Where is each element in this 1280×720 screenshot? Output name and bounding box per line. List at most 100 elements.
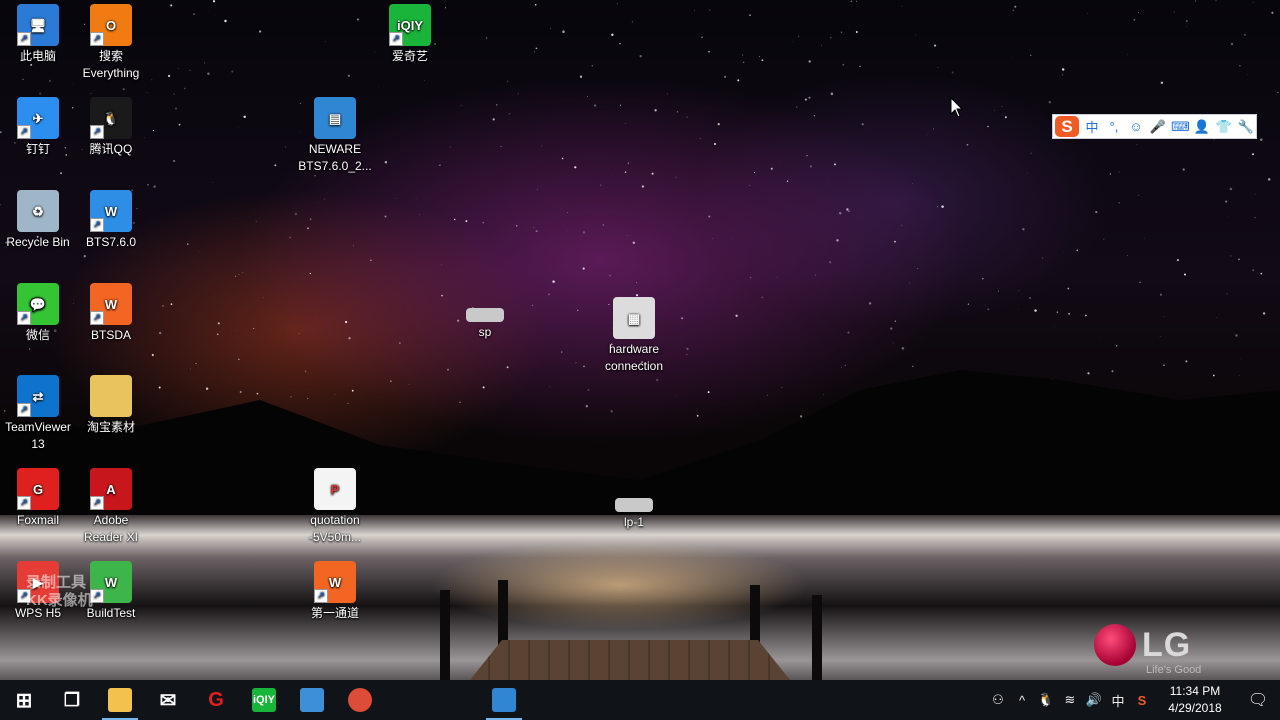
taskbar-chrome-button[interactable] (336, 680, 384, 720)
qq-tray-icon[interactable]: 🐧 (1034, 692, 1058, 708)
taskbar-neware-button[interactable] (480, 680, 528, 720)
ime-punctuation-icon[interactable]: °, (1105, 119, 1123, 134)
shortcut-arrow-icon: ↗ (90, 32, 104, 46)
star (561, 351, 563, 353)
wifi-icon[interactable]: ≋ (1058, 692, 1082, 708)
desktop-icon-label: 淘宝素材 (86, 420, 135, 434)
star (1262, 312, 1266, 315)
desktop-icon-quotation[interactable]: Pquotation -5V50m... (297, 468, 373, 546)
ime-chinese-mode[interactable]: 中 (1083, 117, 1101, 136)
sogou-logo-icon[interactable]: S (1055, 116, 1079, 137)
desktop-icon-foxmail[interactable]: G ↗ Foxmail (0, 468, 76, 529)
star (1159, 293, 1162, 296)
ime-skin-icon[interactable]: 👕 (1215, 119, 1233, 135)
desktop-icon-qq[interactable]: 🐧 ↗ 腾讯QQ (73, 97, 149, 158)
desktop-icon-recycle-bin[interactable]: ♻ Recycle Bin (0, 190, 76, 251)
taskbar-task-view-button[interactable]: ❐ (48, 680, 96, 720)
star (441, 294, 443, 297)
star (587, 96, 588, 98)
clock[interactable]: 11:34 PM 4/29/2018 (1154, 683, 1236, 717)
control-icon (300, 688, 324, 712)
star (737, 79, 740, 82)
star (243, 115, 246, 119)
ime-voice-icon[interactable]: 🎤 (1149, 119, 1167, 135)
star (1041, 257, 1044, 259)
ime-emoji-icon[interactable]: ☺ (1127, 119, 1145, 134)
star (315, 316, 317, 318)
star (686, 347, 689, 351)
desktop-icon-dingtalk[interactable]: ✈ ↗ 钉钉 (0, 97, 76, 158)
taskbar-everything-button[interactable] (384, 680, 432, 720)
star (847, 331, 850, 334)
desktop-icon-this-pc[interactable]: 🖥 ↗ 此电脑 (0, 4, 76, 65)
star (1014, 5, 1017, 8)
action-center-icon[interactable]: 🗨 (1236, 690, 1280, 710)
desktop-icon-btsda[interactable]: W ↗ BTSDA (73, 283, 149, 344)
star (534, 3, 537, 6)
desktop-icon-neware-zip[interactable]: ▤ NEWARE BTS7.6.0_2... (297, 97, 373, 175)
star (1056, 311, 1059, 313)
desktop-icon-label: sp (478, 325, 492, 339)
show-hidden-icons-chevron-icon[interactable]: ^ (1010, 693, 1034, 708)
star (1062, 74, 1064, 76)
taskbar-file-explorer-button[interactable] (96, 680, 144, 720)
desktop-icon-bts760[interactable]: W ↗ BTS7.6.0 (73, 190, 149, 251)
star (562, 30, 565, 33)
star (686, 353, 688, 355)
desktop-icon-taobao-folder[interactable]: 淘宝素材 (73, 375, 149, 436)
people-icon[interactable]: ⚇ (986, 692, 1010, 708)
desktop-icon-hardware-connection[interactable]: ▦ hardware connection (596, 297, 672, 375)
volume-icon[interactable]: 🔊 (1082, 692, 1106, 708)
star (967, 303, 970, 305)
star (460, 104, 462, 106)
star (1260, 272, 1263, 275)
star (1229, 187, 1233, 191)
ime-settings-icon[interactable]: 🔧 (1237, 119, 1255, 135)
star (749, 185, 751, 186)
ime-toolbar[interactable]: S 中 °, ☺ 🎤 ⌨ 👤 👕 🔧 (1052, 114, 1257, 139)
taskbar-control-button[interactable] (288, 680, 336, 720)
star (175, 107, 177, 110)
desktop-icon-label: TeamViewer 13 (5, 420, 71, 451)
desktop-icon-wechat[interactable]: 💬 ↗ 微信 (0, 283, 76, 344)
star (982, 277, 984, 280)
star (1136, 144, 1138, 146)
star (675, 176, 677, 178)
star (912, 182, 914, 184)
taskbar-foxmail-button[interactable]: G (192, 680, 240, 720)
input-language-indicator[interactable]: 中 (1106, 691, 1130, 710)
taskbar-start-button[interactable]: ⊞ (0, 680, 48, 720)
sogou-tray-icon[interactable]: S (1130, 693, 1154, 708)
desktop-icon-teamviewer[interactable]: ⇄ ↗ TeamViewer 13 (0, 375, 76, 453)
desktop-icon-search-everything[interactable]: O ↗ 搜索 Everything (73, 4, 149, 82)
desktop-icon-sp[interactable]: sp (447, 300, 523, 341)
star (1061, 68, 1065, 71)
star (1182, 168, 1185, 171)
star (619, 42, 621, 45)
recycle-bin-icon: ♻ (17, 190, 59, 232)
star (749, 14, 751, 16)
taskbar-mail-button[interactable]: ✉ (144, 680, 192, 720)
desktop-icon-adobe-reader[interactable]: A ↗ Adobe Reader XI (73, 468, 149, 546)
star (1138, 194, 1140, 196)
star (90, 92, 92, 94)
star (713, 142, 717, 146)
star (198, 250, 200, 252)
shortcut-arrow-icon: ↗ (90, 125, 104, 139)
taskbar-iqiyi-button[interactable]: iQIY (240, 680, 288, 720)
star (485, 37, 488, 39)
shortcut-arrow-icon: ↗ (17, 496, 31, 510)
desktop-icon-iqiyi[interactable]: iQIY ↗ 爱奇艺 (372, 4, 448, 65)
desktop-icon-first-channel[interactable]: W ↗ 第一通道 (297, 561, 373, 622)
taskbar-photos-button[interactable] (432, 680, 480, 720)
star (758, 56, 760, 58)
star (1252, 153, 1254, 156)
star (317, 202, 318, 204)
taskbar-apps: ⊞ ❐ ✉ GiQIY (0, 680, 528, 720)
star (1127, 254, 1128, 256)
shortcut-arrow-icon: ↗ (17, 403, 31, 417)
ime-keyboard-icon[interactable]: ⌨ (1171, 119, 1190, 135)
star (177, 68, 179, 69)
desktop-icon-lp1[interactable]: lp-1 (596, 490, 672, 531)
ime-user-icon[interactable]: 👤 (1193, 119, 1211, 135)
